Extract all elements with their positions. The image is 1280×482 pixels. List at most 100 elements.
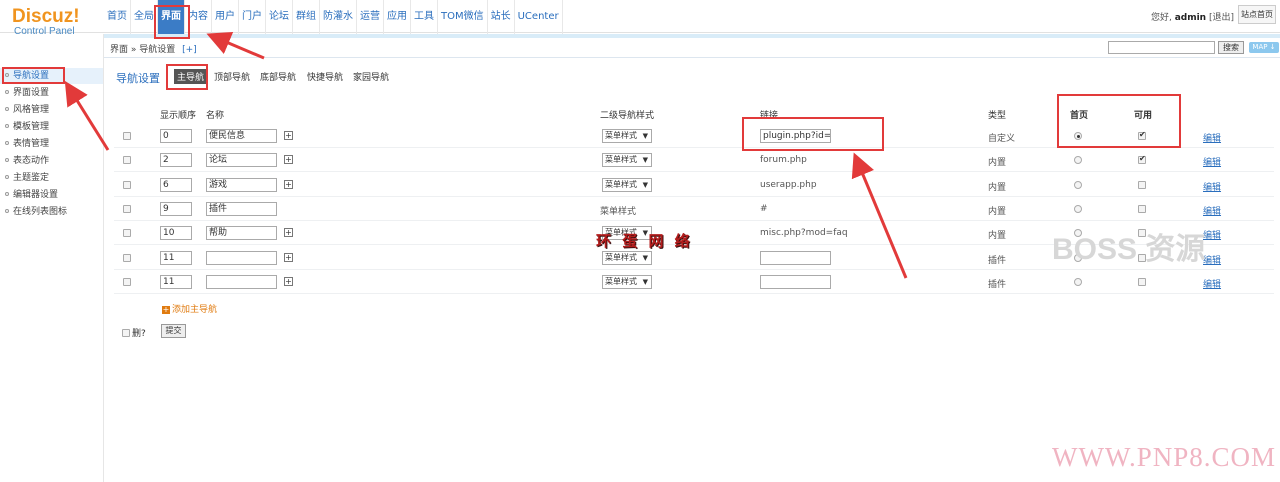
plus-icon: + [162,305,170,314]
breadcrumb-text: 界面 » 导航设置 [110,45,176,55]
sidebar-item[interactable]: 风格管理 [0,102,103,118]
link-text: forum.php [760,155,807,166]
sub-style-value: 菜单样式 [605,155,637,165]
row-delete-checkbox[interactable] [123,277,131,286]
order-input[interactable]: 11 [160,250,192,265]
edit-link[interactable]: 编辑 [1203,204,1221,217]
row-delete-checkbox[interactable] [123,253,131,262]
bullet-icon [5,107,9,111]
add-sub-nav-icon[interactable]: + [284,155,293,165]
chevron-down-icon: ▼ [642,277,648,286]
edit-link[interactable]: 编辑 [1203,131,1221,144]
sub-style-value: 菜单样式 [605,131,637,140]
top-nav-item[interactable]: 用户 [212,0,239,34]
add-main-nav-link[interactable]: + 添加主导航 [162,302,217,315]
name-input[interactable]: 插件 [206,201,277,216]
top-nav-item[interactable]: 论坛 [266,0,293,34]
chevron-down-icon: ▼ [642,180,648,189]
nav-type-tab[interactable]: 底部导航 [260,70,296,83]
order-input[interactable]: 6 [160,177,192,192]
bullet-icon [5,175,9,179]
order-input[interactable]: 11 [160,274,192,289]
site-home-button[interactable]: 站点首页 [1238,5,1276,24]
logo-title: Discuz! [12,6,80,27]
name-input[interactable]: 便民信息 [206,129,277,143]
edit-link[interactable]: 编辑 [1203,228,1221,241]
sub-style-select[interactable]: 菜单样式 ▼ [602,129,652,143]
sidebar-item[interactable]: 界面设置 [0,85,103,101]
sidebar-item[interactable]: 表态动作 [0,153,103,169]
enabled-checkbox[interactable] [1138,180,1146,189]
add-sub-nav-icon[interactable]: + [284,228,293,238]
type-text: 内置 [988,158,1007,169]
row-delete-checkbox[interactable] [123,229,131,238]
order-input[interactable]: 10 [160,226,192,241]
top-nav-item[interactable]: 工具 [411,0,438,34]
order-input[interactable]: 2 [160,153,192,168]
nav-type-tab[interactable]: 顶部导航 [214,70,250,83]
add-sub-nav-icon[interactable]: + [284,252,293,262]
top-nav-item[interactable]: 首页 [104,0,131,34]
sub-style-select[interactable]: 菜单样式 ▼ [602,177,652,192]
sidebar-item[interactable]: 在线列表图标 [0,204,103,220]
top-nav-item[interactable]: TOM微信 [438,0,488,34]
nav-type-tab[interactable]: 家园导航 [353,70,389,83]
order-input[interactable]: 9 [160,201,192,216]
top-nav-item[interactable]: 群组 [293,0,320,34]
row-delete-checkbox[interactable] [123,204,131,213]
order-input[interactable]: 0 [160,129,192,143]
name-input[interactable] [206,250,277,265]
home-radio[interactable] [1074,156,1082,165]
enabled-checkbox[interactable] [1138,154,1146,165]
name-input[interactable]: 论坛 [206,153,277,168]
link-text: misc.php?mod=faq [760,228,848,239]
name-input[interactable] [206,274,277,289]
add-sub-nav-icon[interactable]: + [284,276,293,286]
enabled-checkbox[interactable] [1138,204,1146,213]
name-input[interactable]: 游戏 [206,177,277,192]
edit-link[interactable]: 编辑 [1203,253,1221,266]
add-sub-nav-icon[interactable]: + [284,131,293,140]
watermark-boss: BOSS 资源 [1052,233,1206,266]
row-delete-checkbox[interactable] [123,180,131,189]
header-name: 名称 [206,111,225,121]
add-sub-nav-icon[interactable]: + [284,179,293,189]
top-nav-item[interactable]: 应用 [384,0,411,34]
sidebar-item-label: 表情管理 [13,139,50,149]
edit-link[interactable]: 编辑 [1203,155,1221,168]
delete-checkbox[interactable] [122,329,130,337]
top-nav-item[interactable]: 站长 [488,0,515,34]
map-button[interactable]: MAP ↓ [1249,42,1279,53]
sidebar-item[interactable]: 主题鉴定 [0,170,103,186]
sub-style-select[interactable]: 菜单样式 ▼ [602,250,652,265]
sidebar-item[interactable]: 编辑器设置 [0,187,103,203]
top-nav-item[interactable]: 门户 [239,0,266,34]
link-input[interactable] [760,274,831,289]
home-radio[interactable] [1074,204,1082,213]
enabled-checkbox[interactable] [1138,277,1146,286]
submit-button[interactable]: 提交 [161,324,186,338]
link-input[interactable] [760,250,831,265]
top-nav-item[interactable]: UCenter [515,0,563,34]
nav-type-tab[interactable]: 快捷导航 [307,70,343,83]
sub-style-select[interactable]: 菜单样式 ▼ [602,274,652,289]
sub-style-select[interactable]: 菜单样式 ▼ [602,153,652,168]
type-text: 自定义 [988,134,1016,144]
edit-link[interactable]: 编辑 [1203,277,1221,290]
top-nav-item[interactable]: 防灌水 [320,0,357,34]
breadcrumb-bar: 界面 » 导航设置 [+] 搜索 MAP ↓ [104,38,1280,58]
sidebar-item-label: 表态动作 [13,156,50,166]
add-favorite-link[interactable]: [+] [182,45,197,55]
name-input[interactable]: 帮助 [206,226,277,241]
search-button[interactable]: 搜索 [1218,41,1244,54]
row-delete-checkbox[interactable] [123,156,131,165]
sidebar-item[interactable]: 表情管理 [0,136,103,152]
home-radio[interactable] [1074,277,1082,286]
sidebar-item[interactable]: 模板管理 [0,119,103,135]
home-radio[interactable] [1074,180,1082,189]
logout-link[interactable]: [退出] [1209,13,1234,23]
row-delete-checkbox[interactable] [123,132,131,140]
search-input[interactable] [1108,41,1215,54]
edit-link[interactable]: 编辑 [1203,180,1221,193]
top-nav-item[interactable]: 运营 [357,0,384,34]
